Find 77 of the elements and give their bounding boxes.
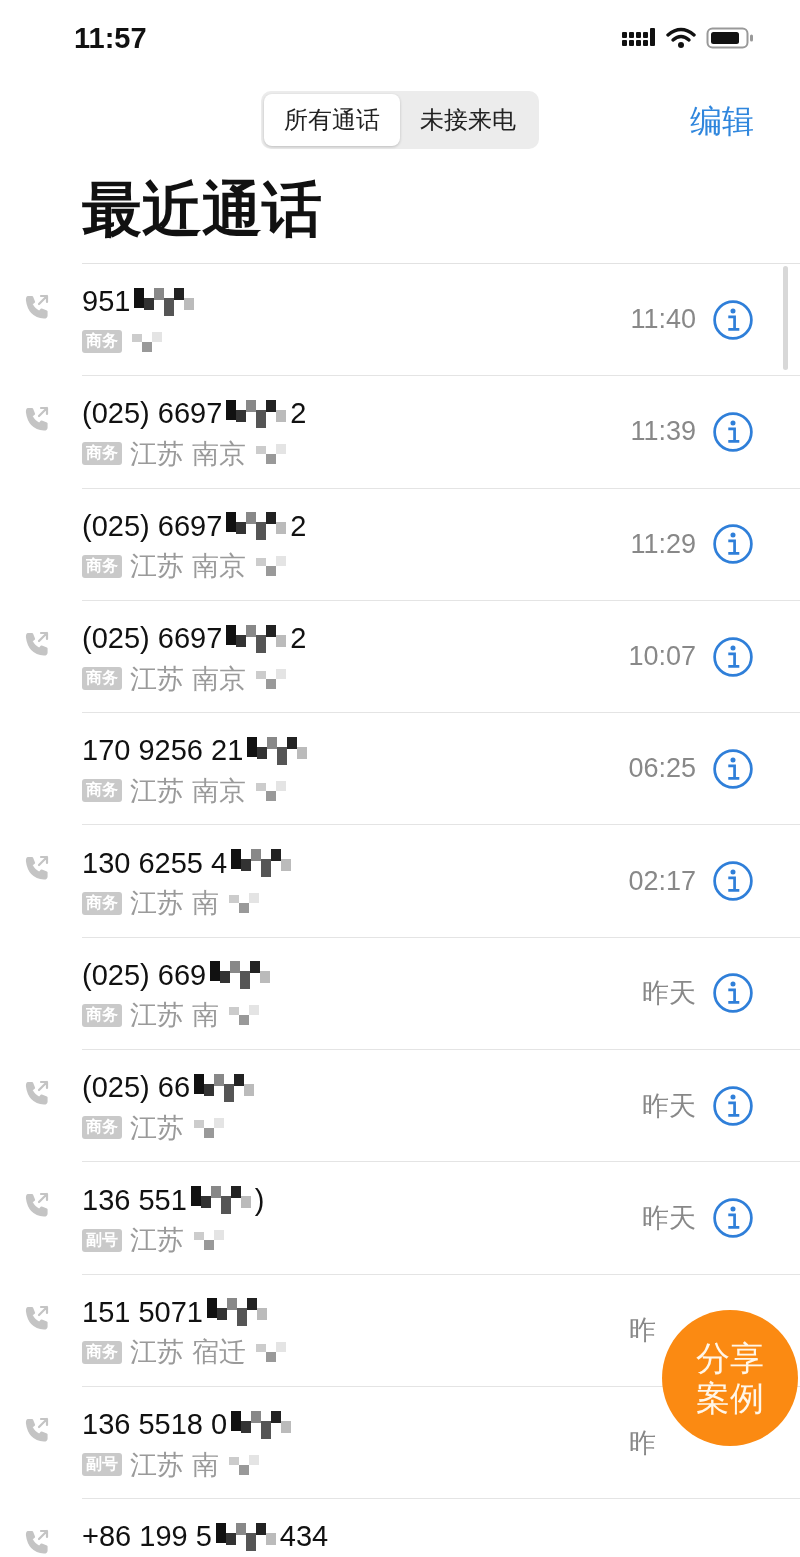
info-button[interactable]: [712, 860, 754, 903]
call-time: 11:39: [630, 416, 696, 448]
phone-number: 136 551: [82, 1183, 187, 1217]
location-text: 江苏 南: [130, 1448, 219, 1482]
pixelated-redaction: [247, 736, 308, 765]
info-button[interactable]: [712, 972, 754, 1015]
phone-number: (025) 66: [82, 1071, 190, 1105]
phone-number: 151 5071: [82, 1295, 203, 1329]
filter-tab[interactable]: 所有通话: [264, 94, 400, 146]
call-time: 10:07: [628, 641, 696, 673]
battery-icon: [706, 26, 754, 50]
location-text: 江苏 南京: [130, 550, 246, 584]
pixelated-redaction: [231, 849, 292, 878]
call-time: 06:25: [628, 753, 696, 785]
phone-number: ): [254, 1183, 265, 1217]
pixelated-redaction: [215, 1522, 276, 1551]
location-text: 江苏 南京: [130, 774, 246, 808]
phone-number: 136 5518 0: [82, 1408, 228, 1442]
location-text: 江苏: [130, 1111, 184, 1145]
info-icon: [712, 1084, 754, 1127]
info-button[interactable]: [712, 747, 754, 790]
location-text: 江苏 南: [130, 999, 219, 1033]
info-icon: [712, 860, 754, 903]
phone-number: 130 6255 4: [82, 846, 228, 880]
pixelated-redaction: [226, 399, 287, 428]
filter-tab[interactable]: 未接来电: [400, 94, 536, 146]
call-row[interactable]: +86 199 5 434: [82, 1499, 800, 1557]
phone-number: (025) 6697: [82, 509, 223, 543]
wifi-icon: [666, 27, 696, 49]
call-time: 昨天: [642, 1089, 696, 1123]
call-time: 昨: [629, 1314, 656, 1348]
location-text: 江苏: [130, 1224, 184, 1257]
pixelated-redaction: [206, 1298, 267, 1327]
info-icon: [712, 1197, 754, 1239]
edit-button[interactable]: 编辑: [690, 100, 754, 144]
location-text: 江苏 宿迁: [130, 1336, 246, 1370]
info-icon: [712, 523, 754, 566]
call-time: 02:17: [628, 865, 696, 897]
location-text: 江苏 南京: [130, 437, 246, 471]
pixelated-redaction: [231, 1410, 292, 1439]
phone-number: (025) 669: [82, 958, 207, 992]
call-time: 11:40: [630, 304, 696, 336]
pixelated-redaction: [190, 1186, 251, 1214]
info-button[interactable]: [712, 298, 754, 341]
info-button[interactable]: [712, 1084, 754, 1127]
phone-number: 170 9256 21: [82, 734, 244, 768]
phone-number: 2: [290, 509, 307, 543]
phone-number: (025) 6697: [82, 622, 223, 656]
location-text: 江苏 南: [130, 887, 219, 921]
location-text: 江苏 南京: [130, 662, 246, 696]
pixelated-redaction: [226, 512, 287, 541]
info-icon: [712, 747, 754, 790]
pixelated-redaction: [210, 961, 271, 990]
info-button[interactable]: [712, 523, 754, 566]
info-icon: [712, 972, 754, 1015]
page-title: 最近通话: [82, 175, 323, 245]
info-button[interactable]: [712, 410, 754, 453]
phone-number: 2: [290, 622, 307, 656]
call-time: 昨天: [642, 977, 696, 1011]
phone-number: +86 199 5: [82, 1520, 212, 1554]
call-time: 昨天: [642, 1202, 696, 1235]
pixelated-redaction: [226, 624, 287, 653]
signal-icon: [622, 28, 656, 48]
pixelated-redaction: [194, 1073, 254, 1102]
info-button[interactable]: [712, 635, 754, 678]
call-time: 11:29: [630, 528, 696, 560]
info-icon: [712, 410, 754, 453]
info-icon: [712, 635, 754, 678]
pixelated-redaction: [134, 287, 195, 316]
status-time: 11:57: [74, 21, 147, 55]
call-time: 昨: [629, 1426, 656, 1460]
phone-number: (025) 6697: [82, 397, 223, 431]
phone-number: 951: [82, 285, 131, 319]
phone-number: 2: [290, 397, 307, 431]
info-button[interactable]: [712, 1197, 754, 1239]
phone-number: 434: [279, 1520, 329, 1554]
info-icon: [712, 298, 754, 341]
